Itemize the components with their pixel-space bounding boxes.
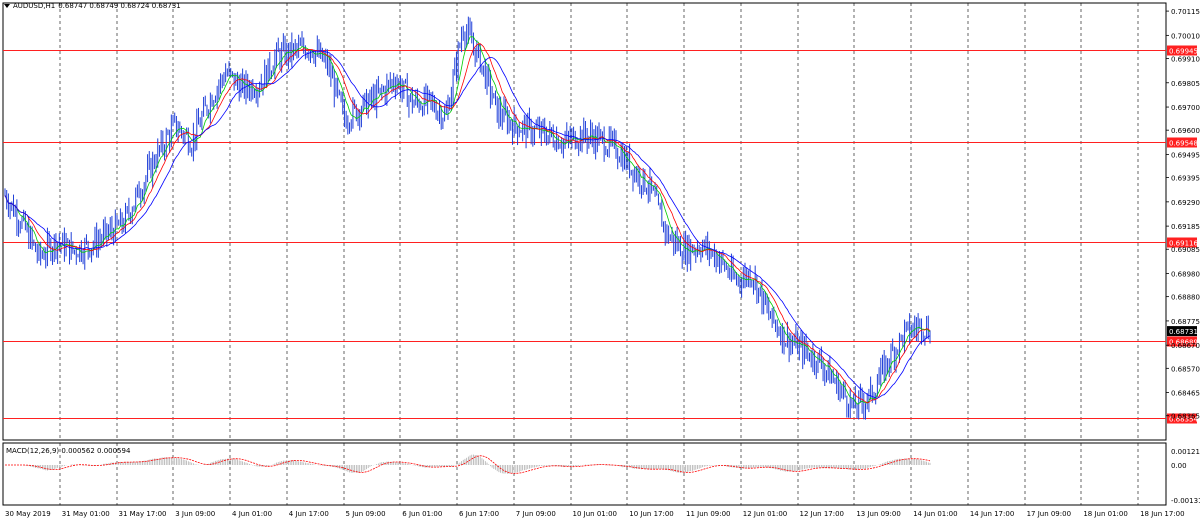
price-tick-label: 0.68775 (1171, 318, 1200, 326)
price-tick-label: 0.69700 (1171, 104, 1200, 112)
price-tick-label: 0.68670 (1171, 342, 1200, 350)
macd-header: MACD(12,26,9) 0.000562 0.000594 (6, 447, 131, 455)
price-tick-label: 0.69805 (1171, 80, 1200, 88)
time-label: 12 Jun 17:00 (800, 510, 844, 518)
time-label: 30 May 2019 (5, 510, 51, 518)
level-price-label: 0.69945 (1169, 48, 1198, 56)
time-label: 31 May 01:00 (62, 510, 110, 518)
time-label: 18 Jun 01:00 (1083, 510, 1127, 518)
price-tick-label: 0.69495 (1171, 151, 1200, 159)
macd-plot-frame (2, 442, 1167, 506)
price-chart[interactable]: 0.702110.699450.695480.691160.686890.683… (0, 0, 1200, 523)
price-tick-label: 0.69185 (1171, 223, 1200, 231)
current-price-label: 0.68731 (1169, 328, 1198, 336)
time-label: 4 Jun 17:00 (289, 510, 329, 518)
time-label: 14 Jun 01:00 (913, 510, 957, 518)
price-tick-label: 0.69290 (1171, 199, 1200, 207)
chart-window[interactable]: 0.702110.699450.695480.691160.686890.683… (0, 0, 1200, 523)
price-tick-label: 0.69910 (1171, 55, 1200, 63)
price-tick-label: 0.69395 (1171, 175, 1200, 183)
time-label: 17 Jun 09:00 (1027, 510, 1071, 518)
time-label: 14 Jun 17:00 (970, 510, 1014, 518)
time-label: 12 Jun 01:00 (743, 510, 787, 518)
macd-tick-label: 0.00 (1171, 462, 1187, 470)
macd-axis: 0.001215 0.00 -0.001317 (1171, 448, 1200, 505)
price-tick-label: 0.68570 (1171, 365, 1200, 373)
price-tick-label: 0.70115 (1171, 8, 1200, 16)
time-label: 3 Jun 09:00 (175, 510, 215, 518)
ohlc-values: 0.68747 0.68749 0.68724 0.68731 (58, 2, 181, 10)
price-tick-label: 0.68365 (1171, 413, 1200, 421)
main-plot-frame (2, 2, 1167, 441)
time-label: 31 May 17:00 (119, 510, 167, 518)
price-axis[interactable]: 0.70115 0.70010 0.69910 0.69805 0.69700 0.696… (1166, 8, 1200, 421)
time-label: 7 Jun 09:00 (516, 510, 556, 518)
price-tick-label: 0.68980 (1171, 271, 1200, 279)
price-tick-label: 0.68465 (1171, 390, 1200, 398)
time-label: 5 Jun 09:00 (346, 510, 386, 518)
time-label: 10 Jun 17:00 (629, 510, 673, 518)
price-tick-label: 0.70010 (1171, 32, 1200, 40)
time-label: 4 Jun 01:00 (232, 510, 272, 518)
macd-tick-label: -0.001317 (1171, 497, 1200, 505)
time-label: 10 Jun 01:00 (573, 510, 617, 518)
time-label: 6 Jun 17:00 (459, 510, 499, 518)
symbol-label: AUDUSD,H1 (13, 2, 56, 10)
time-label: 13 Jun 09:00 (856, 510, 900, 518)
macd-tick-label: 0.001215 (1171, 448, 1200, 456)
time-label: 11 Jun 09:00 (686, 510, 730, 518)
dropdown-triangle-icon[interactable] (4, 4, 10, 8)
price-tick-label: 0.69085 (1171, 246, 1200, 254)
level-price-label: 0.69548 (1169, 140, 1198, 148)
time-label: 6 Jun 01:00 (402, 510, 442, 518)
chart-header: AUDUSD,H1 0.68747 0.68749 0.68724 0.6873… (4, 2, 181, 10)
time-label: 18 Jun 17:00 (1140, 510, 1184, 518)
price-tick-label: 0.68880 (1171, 294, 1200, 302)
price-tick-label: 0.69600 (1171, 127, 1200, 135)
time-axis[interactable]: 30 May 2019 31 May 01:00 31 May 17:00 3 Jun… (5, 510, 1185, 518)
